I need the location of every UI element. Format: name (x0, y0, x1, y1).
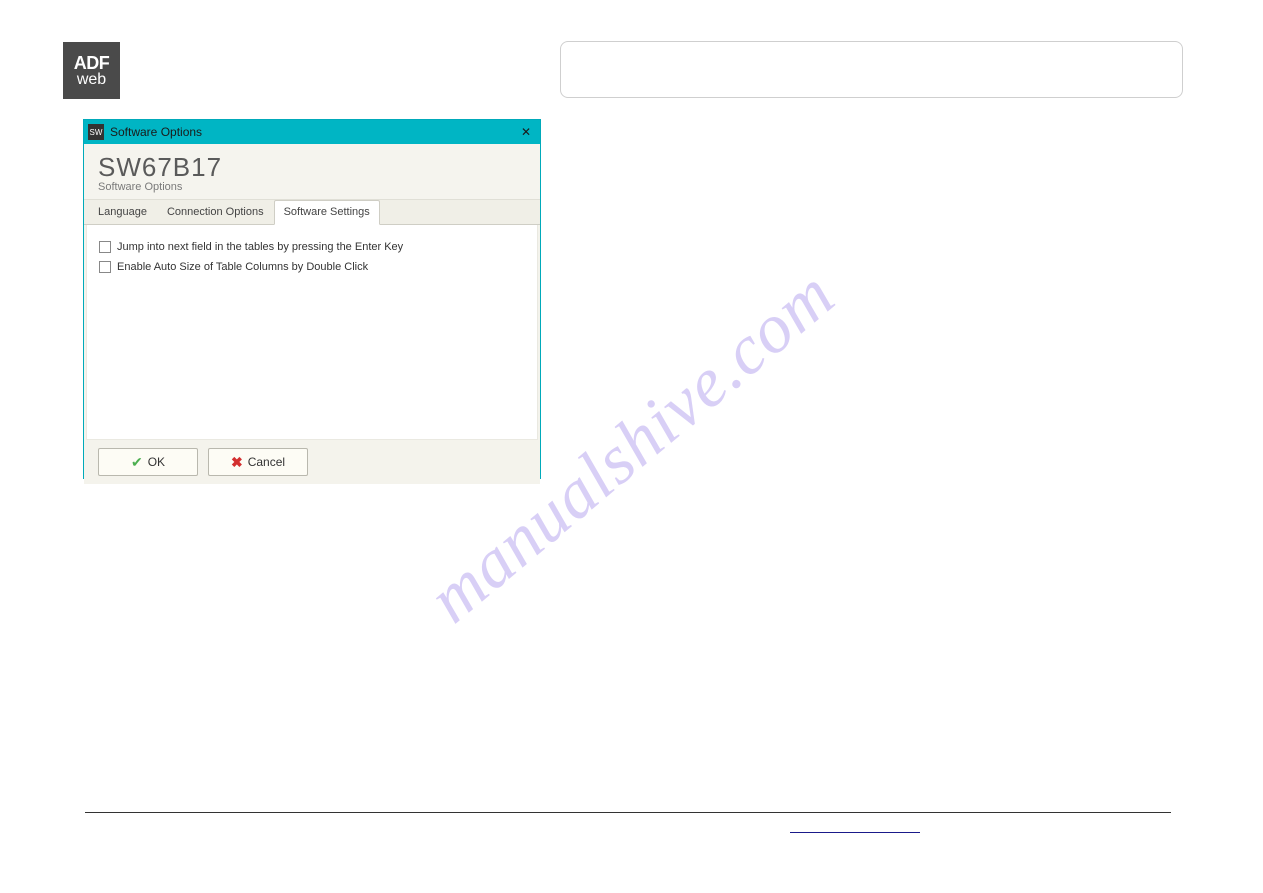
header-info-box (560, 41, 1183, 98)
dialog-header: SW67B17 Software Options (84, 144, 540, 200)
checkbox-label: Enable Auto Size of Table Columns by Dou… (117, 261, 368, 273)
ok-label: OK (148, 455, 165, 469)
tab-bar: Language Connection Options Software Set… (84, 200, 540, 225)
tab-software-settings[interactable]: Software Settings (274, 200, 380, 225)
page-divider (85, 812, 1171, 813)
logo-line1: ADF (74, 54, 110, 72)
app-icon: SW (88, 124, 104, 140)
checkbox-icon[interactable] (99, 261, 111, 273)
checkbox-icon[interactable] (99, 241, 111, 253)
adfweb-logo: ADF web (63, 42, 120, 99)
ok-button[interactable]: ✔ OK (98, 448, 198, 476)
cancel-label: Cancel (248, 455, 285, 469)
dialog-footer: ✔ OK ✖ Cancel (84, 440, 540, 484)
cancel-button[interactable]: ✖ Cancel (208, 448, 308, 476)
software-options-dialog: SW Software Options ✕ SW67B17 Software O… (83, 119, 541, 479)
check-icon: ✔ (131, 454, 143, 471)
software-subtitle: Software Options (98, 181, 526, 193)
dialog-title: Software Options (110, 125, 202, 139)
footer-link-underline (790, 832, 920, 833)
close-icon: ✕ (521, 125, 531, 139)
checkbox-label: Jump into next field in the tables by pr… (117, 241, 403, 253)
tab-language[interactable]: Language (88, 200, 157, 224)
close-button[interactable]: ✕ (512, 120, 540, 144)
checkbox-row-jump-enter[interactable]: Jump into next field in the tables by pr… (99, 241, 525, 253)
logo-line2: web (77, 72, 106, 88)
software-code: SW67B17 (98, 152, 526, 183)
cross-icon: ✖ (231, 454, 243, 471)
tab-connection-options[interactable]: Connection Options (157, 200, 274, 224)
dialog-titlebar[interactable]: SW Software Options ✕ (84, 120, 540, 144)
tab-panel: Jump into next field in the tables by pr… (86, 225, 538, 440)
checkbox-row-autosize[interactable]: Enable Auto Size of Table Columns by Dou… (99, 261, 525, 273)
